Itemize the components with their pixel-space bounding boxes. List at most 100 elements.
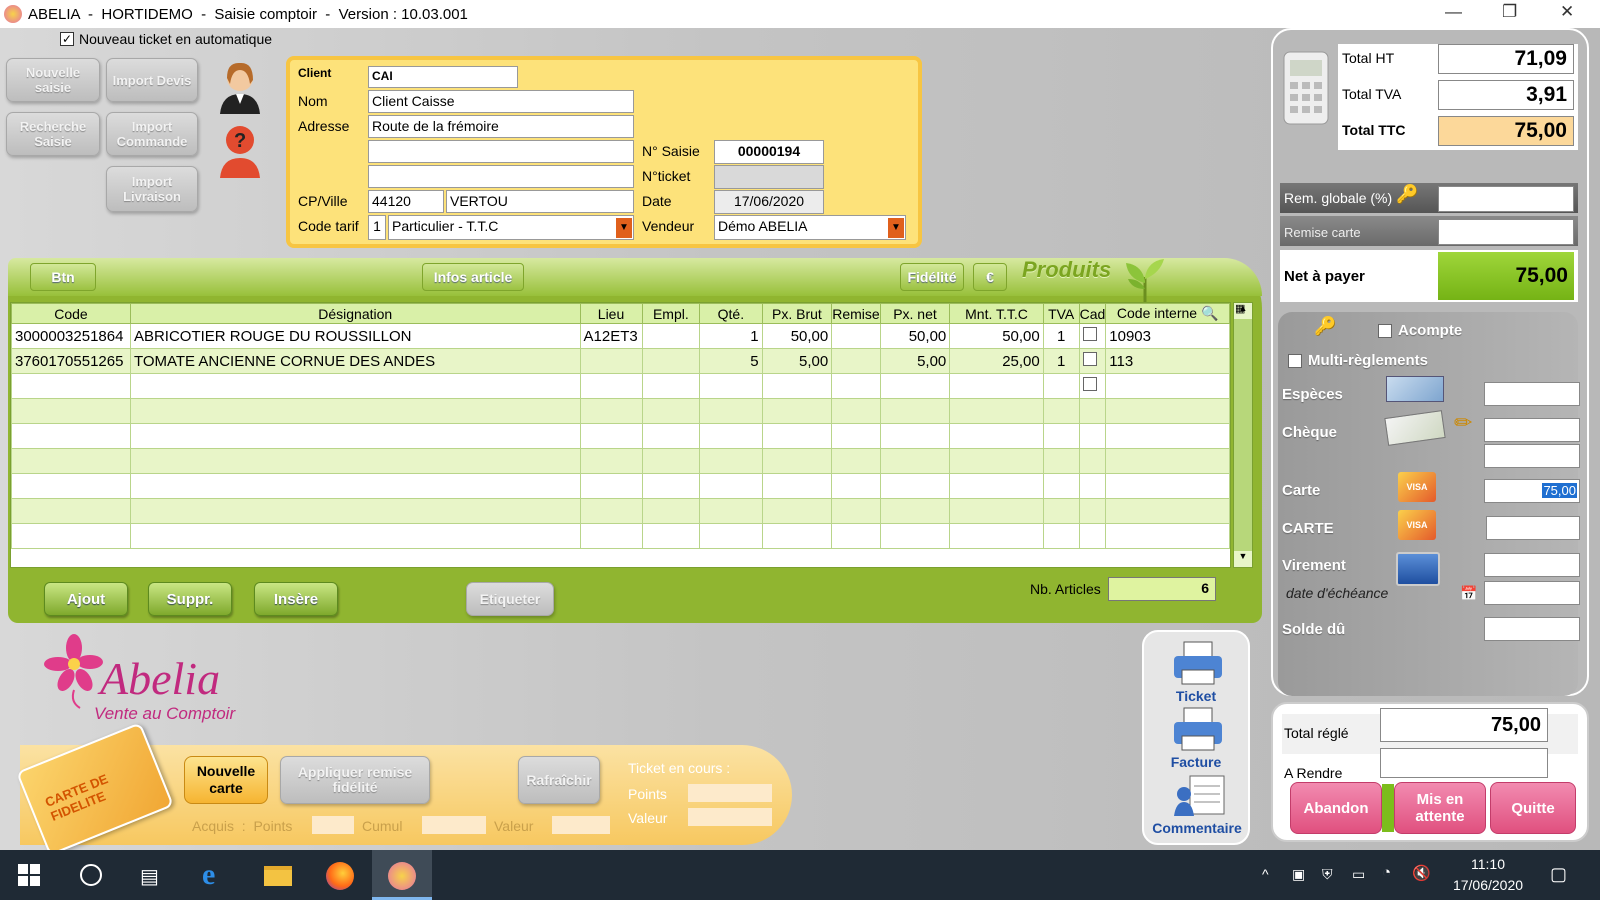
ajout-button[interactable]: Ajout [44, 582, 128, 616]
firefox-icon[interactable] [326, 862, 354, 890]
rem-globale-field[interactable] [1438, 186, 1574, 212]
network-icon[interactable]: ▣ [1292, 866, 1305, 883]
col-qte[interactable]: Qté. [699, 303, 763, 324]
cell-code-interne[interactable]: 113 [1105, 348, 1230, 374]
import-devis-button[interactable]: Import Devis [106, 58, 198, 102]
mis-en-attente-button[interactable]: Mis en attente [1394, 782, 1486, 834]
cell-px-net[interactable]: 5,00 [879, 348, 951, 374]
import-livraison-button[interactable]: Import Livraison [106, 166, 198, 212]
import-commande-button[interactable]: Import Commande [106, 112, 198, 156]
multi-reglements-option[interactable]: Multi-règlements [1288, 352, 1428, 369]
adresse-field-1[interactable]: Route de la frémoire [368, 115, 634, 138]
date-field[interactable]: 17/06/2020 [714, 190, 824, 214]
virement-field[interactable] [1484, 553, 1580, 577]
col-px-brut[interactable]: Px. Brut [761, 303, 833, 324]
client-code-field[interactable]: CAI [368, 66, 518, 88]
euro-button[interactable]: € [973, 263, 1007, 291]
etiqueter-button[interactable]: Etiqueter [466, 582, 554, 616]
col-tva[interactable]: TVA [1042, 303, 1080, 324]
cell-tva[interactable]: 1 [1042, 323, 1080, 349]
code-tarif-number[interactable]: 1 [368, 215, 386, 240]
pencil-icon[interactable]: ✏ [1454, 410, 1472, 436]
cell-designation[interactable]: ABRICOTIER ROUGE DU ROUSSILLON [129, 323, 581, 349]
cell-mnt-ttc[interactable]: 50,00 [949, 323, 1044, 349]
cell-qte[interactable]: 5 [699, 348, 763, 374]
fidelite-button[interactable]: Fidélité [900, 263, 964, 291]
suppr-button[interactable]: Suppr. [148, 582, 232, 616]
especes-field[interactable] [1484, 382, 1580, 406]
acompte-option[interactable]: Acompte [1378, 322, 1462, 339]
banknotes-icon[interactable] [1386, 376, 1444, 402]
computer-icon[interactable] [1396, 552, 1440, 586]
notifications-icon[interactable]: ▢ [1550, 864, 1567, 885]
quitte-button[interactable]: Quitte [1490, 782, 1576, 834]
cell-lieu[interactable]: A12ET3 [579, 323, 643, 349]
commentaire-button[interactable]: Commentaire [1148, 820, 1246, 836]
cell-empl[interactable] [641, 348, 701, 374]
echeance-field[interactable] [1484, 581, 1580, 605]
vendeur-select[interactable]: Démo ABELIA [714, 215, 906, 240]
code-tarif-dropdown-icon[interactable]: ▼ [616, 218, 632, 238]
facture-button[interactable]: Facture [1154, 754, 1238, 770]
cell-lieu[interactable] [579, 348, 643, 374]
search-icon[interactable] [80, 864, 102, 886]
nom-field[interactable]: Client Caisse [368, 90, 634, 113]
nouvelle-carte-button[interactable]: Nouvelle carte [184, 756, 268, 804]
commentaire-icon[interactable] [1172, 772, 1228, 818]
wifi-icon[interactable]: ◔ [1382, 864, 1391, 881]
acompte-checkbox[interactable] [1378, 323, 1392, 338]
table-row[interactable]: 3000003251864 ABRICOTIER ROUGE DU ROUSSI… [11, 323, 1230, 349]
cell-qte[interactable]: 1 [699, 323, 763, 349]
col-designation[interactable]: Désignation [129, 303, 581, 324]
abelia-app-icon[interactable] [388, 862, 416, 890]
security-icon[interactable]: ⛨ [1322, 866, 1333, 883]
carte-field[interactable]: 75,00 [1484, 479, 1580, 503]
cell-designation[interactable]: TOMATE ANCIENNE CORNUE DES ANDES [129, 348, 581, 374]
grid-scrollbar[interactable]: ▲ ▼ [1233, 302, 1253, 568]
ticket-button[interactable]: Ticket [1154, 688, 1238, 704]
btn-button[interactable]: Btn [30, 263, 96, 291]
cell-cad[interactable] [1078, 323, 1107, 349]
calendar-icon[interactable]: 📅 [1460, 585, 1477, 602]
search-icon[interactable]: 🔍 [1201, 305, 1218, 321]
infos-article-button[interactable]: Infos article [422, 263, 524, 291]
chevron-up-icon[interactable]: ^ [1262, 866, 1269, 882]
cell-code-interne[interactable]: 10903 [1105, 323, 1230, 349]
cell-mnt-ttc[interactable]: 25,00 [949, 348, 1044, 374]
close-icon[interactable]: ✕ [1560, 2, 1574, 22]
col-lieu[interactable]: Lieu [579, 303, 643, 324]
appliquer-remise-button[interactable]: Appliquer remise fidélité [280, 756, 430, 804]
scroll-down-icon[interactable]: ▼ [1234, 551, 1252, 567]
cheque-field[interactable] [1484, 418, 1580, 442]
battery-icon[interactable]: ▭ [1352, 866, 1365, 883]
col-empl[interactable]: Empl. [641, 303, 701, 324]
cad-checkbox[interactable] [1082, 327, 1097, 341]
restore-icon[interactable]: ❐ [1502, 2, 1517, 22]
task-view-icon[interactable]: ▤ [140, 864, 159, 889]
nouvelle-saisie-button[interactable]: Nouvelle saisie [6, 58, 100, 102]
cell-tva[interactable]: 1 [1042, 348, 1080, 374]
payment-key-icon[interactable]: 🔑 [1314, 316, 1336, 337]
clock-date[interactable]: 17/06/2020 [1448, 877, 1528, 893]
client-person-icon[interactable] [212, 58, 268, 114]
rafraichir-button[interactable]: Rafraîchir [518, 756, 600, 804]
cell-px-net[interactable]: 50,00 [879, 323, 951, 349]
col-code-interne[interactable]: Code interne 🔍 [1105, 303, 1230, 324]
carte2-field[interactable] [1486, 516, 1580, 540]
unknown-client-icon[interactable]: ? [212, 120, 268, 178]
insere-button[interactable]: Insère [254, 582, 338, 616]
auto-ticket-option[interactable]: ✓ Nouveau ticket en automatique [60, 31, 272, 47]
adresse-field-3[interactable] [368, 165, 634, 188]
clock-time[interactable]: 11:10 [1448, 856, 1528, 872]
ville-field[interactable]: VERTOU [446, 190, 634, 213]
calculator-icon[interactable] [1280, 48, 1332, 128]
visa-card-icon[interactable]: VISA [1398, 472, 1436, 502]
col-code[interactable]: Code [11, 303, 131, 324]
table-row[interactable]: 3760170551265 TOMATE ANCIENNE CORNUE DES… [11, 348, 1230, 374]
file-explorer-icon[interactable] [264, 866, 292, 886]
auto-ticket-checkbox[interactable]: ✓ [60, 32, 74, 46]
cad-checkbox[interactable] [1082, 352, 1097, 366]
columns-icon[interactable]: ▦ [1235, 302, 1245, 315]
volume-muted-icon[interactable]: 🔇 [1412, 864, 1431, 882]
cell-code[interactable]: 3000003251864 [11, 323, 131, 349]
